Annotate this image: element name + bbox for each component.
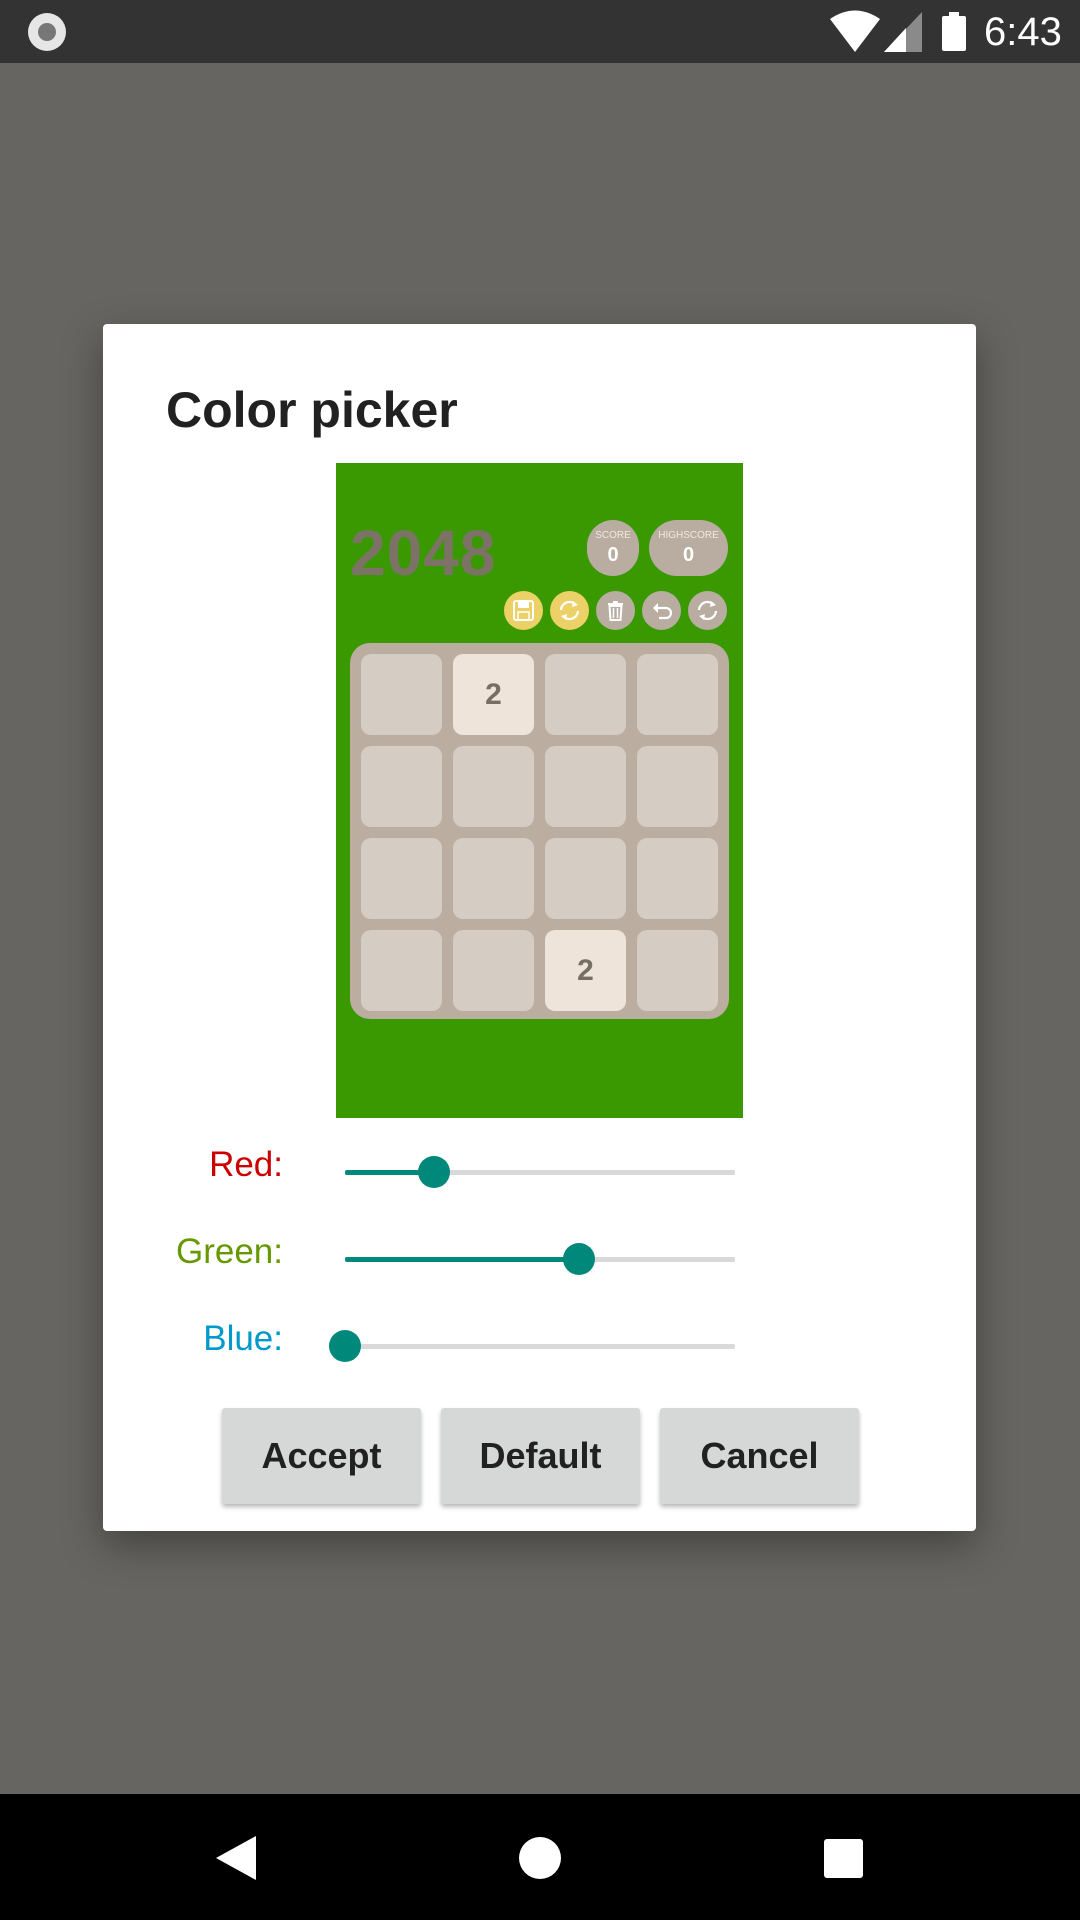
board-tile bbox=[453, 838, 534, 919]
record-icon bbox=[28, 13, 66, 51]
board-tile: 2 bbox=[545, 930, 626, 1011]
save-icon bbox=[504, 591, 543, 630]
highscore-box: HIGHSCORE 0 bbox=[649, 520, 728, 576]
board-tile bbox=[545, 654, 626, 735]
red-slider-thumb[interactable] bbox=[418, 1156, 450, 1188]
home-icon[interactable] bbox=[519, 1837, 561, 1879]
green-slider-fill bbox=[345, 1257, 579, 1262]
highscore-value: 0 bbox=[682, 544, 695, 566]
navigation-bar bbox=[0, 1794, 1080, 1920]
blue-slider-thumb[interactable] bbox=[329, 1330, 361, 1362]
blue-slider[interactable] bbox=[329, 1330, 735, 1362]
board-tile bbox=[637, 930, 718, 1011]
board-tile bbox=[637, 838, 718, 919]
board-tile bbox=[637, 746, 718, 827]
board-tile bbox=[453, 930, 534, 1011]
default-button[interactable]: Default bbox=[441, 1408, 640, 1504]
accept-button[interactable]: Accept bbox=[222, 1408, 421, 1504]
board-tile bbox=[453, 746, 534, 827]
board-tile bbox=[361, 838, 442, 919]
game-board: 22 bbox=[350, 643, 729, 1019]
board-tile bbox=[361, 746, 442, 827]
red-label: Red: bbox=[209, 1145, 283, 1184]
signal-icon bbox=[884, 12, 922, 52]
recents-icon[interactable] bbox=[824, 1839, 863, 1878]
board-tile bbox=[361, 930, 442, 1011]
red-slider[interactable] bbox=[345, 1156, 735, 1188]
green-label: Green: bbox=[176, 1232, 283, 1271]
board-tile bbox=[545, 838, 626, 919]
score-box: SCORE 0 bbox=[587, 520, 639, 576]
undo-icon bbox=[642, 591, 681, 630]
highscore-label: HIGHSCORE bbox=[658, 530, 719, 541]
back-icon[interactable] bbox=[216, 1836, 256, 1880]
blue-label: Blue: bbox=[203, 1319, 283, 1358]
board-tile bbox=[637, 654, 718, 735]
status-bar: 6:43 bbox=[0, 0, 1080, 63]
color-preview: 2048 SCORE 0 HIGHSCORE 0 22 bbox=[336, 463, 743, 1118]
sync-icon bbox=[550, 591, 589, 630]
trash-icon bbox=[596, 591, 635, 630]
dialog-title: Color picker bbox=[166, 382, 458, 438]
color-picker-dialog: Color picker 2048 SCORE 0 HIGHSCORE 0 22… bbox=[103, 324, 976, 1531]
wifi-icon bbox=[830, 10, 880, 52]
board-tile bbox=[361, 654, 442, 735]
cancel-button[interactable]: Cancel bbox=[660, 1408, 859, 1504]
board-tile: 2 bbox=[453, 654, 534, 735]
restart-icon bbox=[688, 591, 727, 630]
score-value: 0 bbox=[607, 544, 619, 566]
score-label: SCORE bbox=[595, 530, 631, 541]
board-tile bbox=[545, 746, 626, 827]
game-title: 2048 bbox=[350, 517, 497, 589]
green-slider[interactable] bbox=[345, 1243, 735, 1275]
battery-icon bbox=[942, 12, 966, 51]
green-slider-thumb[interactable] bbox=[563, 1243, 595, 1275]
clock: 6:43 bbox=[984, 10, 1062, 54]
